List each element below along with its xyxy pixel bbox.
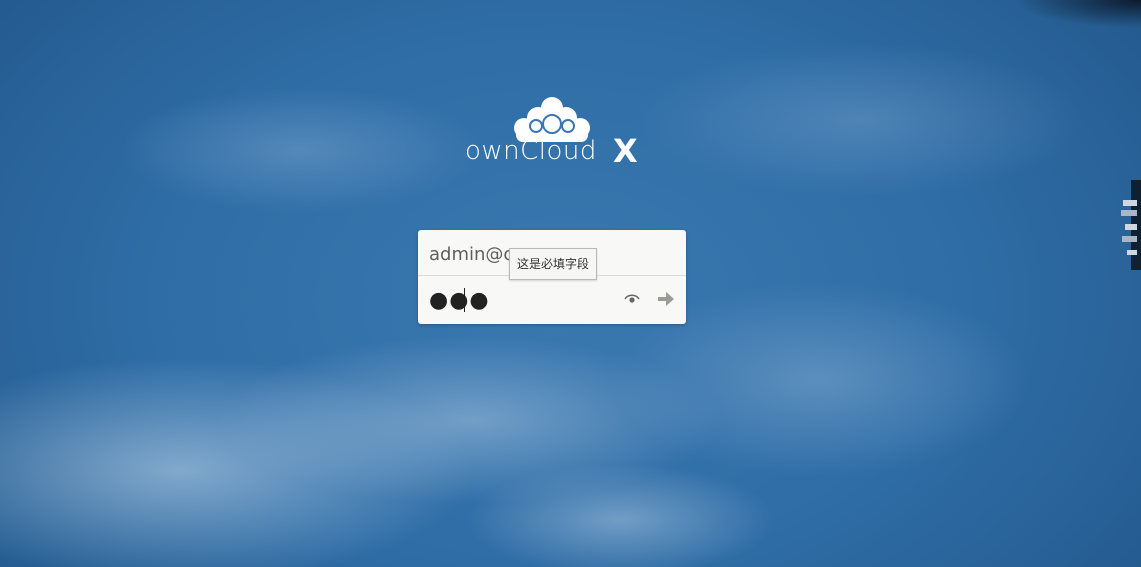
required-field-tooltip: 这是必填字段 xyxy=(509,248,598,280)
arrow-right-icon[interactable] xyxy=(658,292,674,306)
satellite-image xyxy=(1121,180,1141,270)
owncloud-logo: ownCloud X xyxy=(465,96,645,171)
text-cursor xyxy=(464,288,465,312)
password-field[interactable]: ●●● xyxy=(418,277,686,323)
password-value: ●●● xyxy=(429,288,490,313)
show-password-icon[interactable] xyxy=(624,293,640,305)
username-value: admin@o xyxy=(429,244,511,265)
brand-mark: X xyxy=(613,132,638,170)
space-corner xyxy=(941,0,1141,40)
brand-name: ownCloud xyxy=(465,136,597,166)
